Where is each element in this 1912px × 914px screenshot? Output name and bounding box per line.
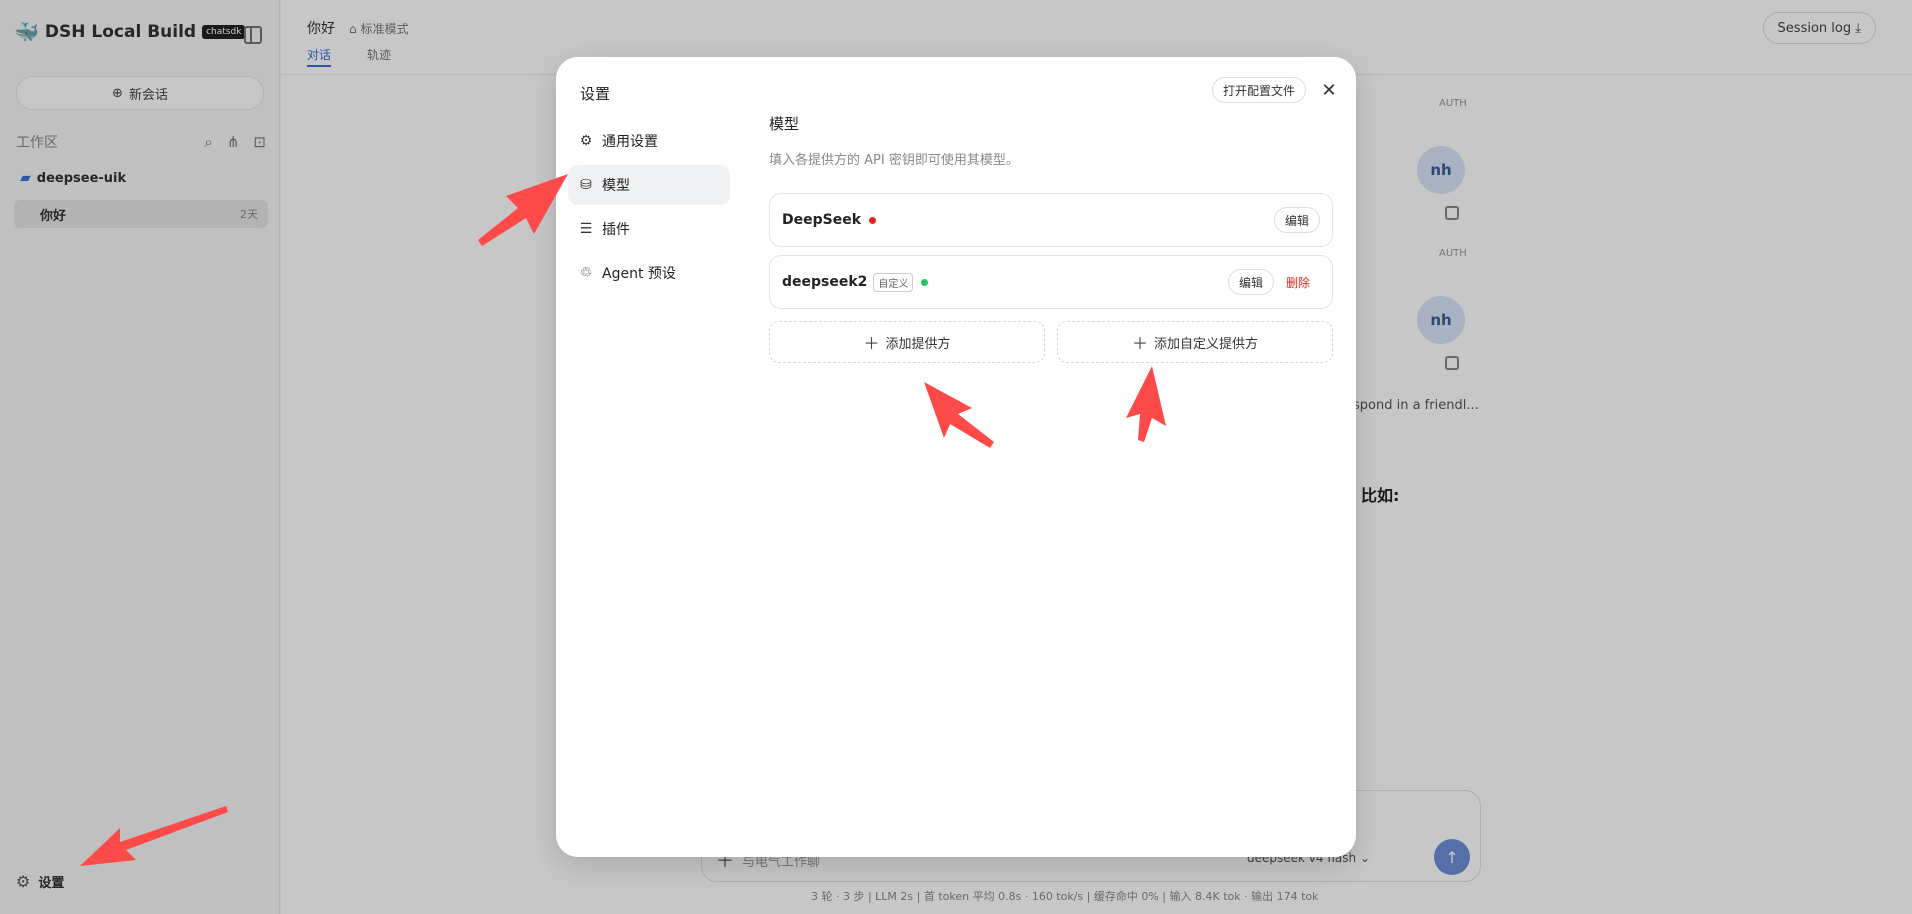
section-title: 模型	[769, 115, 800, 133]
modal-title: 设置	[580, 85, 611, 103]
delete-button[interactable]: 删除	[1284, 274, 1320, 291]
plus-icon: ＋	[1131, 334, 1148, 353]
status-dot-icon	[921, 278, 929, 286]
provider-row-deepseek: DeepSeek 编辑	[769, 193, 1333, 247]
custom-tag: 自定义	[873, 272, 914, 292]
add-provider-label: 添加提供方	[885, 336, 951, 352]
provider-name: DeepSeek	[782, 212, 862, 228]
nav-label: 模型	[602, 178, 630, 194]
provider-row-deepseek2: deepseek2 自定义 编辑 删除	[769, 255, 1333, 309]
edit-button[interactable]: 编辑	[1273, 207, 1320, 233]
status-dot-icon	[869, 216, 877, 224]
edit-button[interactable]: 编辑	[1227, 269, 1274, 295]
settings-modal: 设置 打开配置文件 ✕ ⚙ 通用设置 ⛁ 模型 ☰ 插件 ♲ Agent 预设 …	[556, 57, 1356, 857]
nav-item-agent-presets[interactable]: ♲ Agent 预设	[568, 253, 730, 293]
settings-nav: ⚙ 通用设置 ⛁ 模型 ☰ 插件 ♲ Agent 预设	[568, 121, 730, 297]
add-provider-button[interactable]: ＋ 添加提供方	[769, 321, 1045, 363]
add-custom-provider-label: 添加自定义提供方	[1154, 336, 1259, 352]
sliders-icon: ☰	[579, 221, 593, 237]
agent-icon: ♲	[579, 265, 593, 281]
close-icon[interactable]: ✕	[1318, 79, 1340, 101]
open-config-button[interactable]: 打开配置文件	[1212, 77, 1307, 103]
nav-item-models[interactable]: ⛁ 模型	[568, 165, 730, 205]
nav-label: Agent 预设	[602, 266, 676, 282]
section-description: 填入各提供方的 API 密钥即可使用其模型。	[769, 153, 1019, 168]
nav-item-plugins[interactable]: ☰ 插件	[568, 209, 730, 249]
nav-label: 通用设置	[602, 134, 658, 150]
provider-name: deepseek2	[782, 274, 868, 290]
app-window: 🐳 DSH Local Build chatsdk ⊕ 新会话 工作区 ⌕ ⋔ …	[0, 0, 1912, 914]
gear-icon: ⚙	[579, 133, 593, 149]
plus-icon: ＋	[863, 334, 880, 353]
add-custom-provider-button[interactable]: ＋ 添加自定义提供方	[1057, 321, 1333, 363]
nav-label: 插件	[602, 222, 630, 238]
nav-item-general[interactable]: ⚙ 通用设置	[568, 121, 730, 161]
database-icon: ⛁	[580, 177, 592, 193]
